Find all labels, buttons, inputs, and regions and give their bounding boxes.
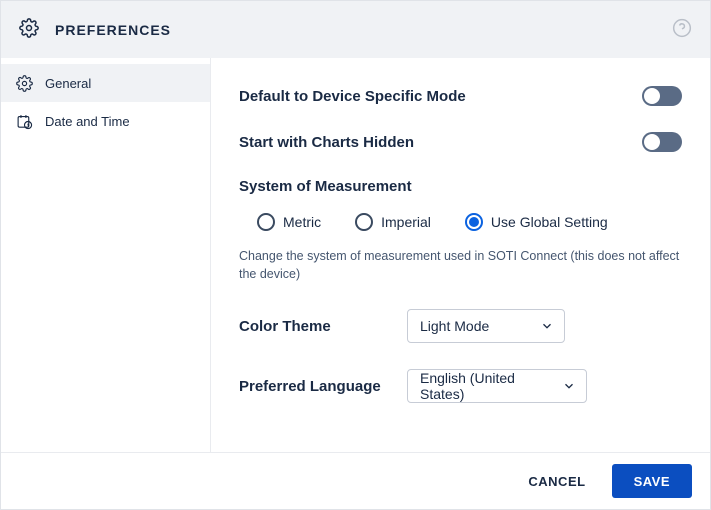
sidebar-item-label: General <box>45 76 91 91</box>
color-theme-label: Color Theme <box>239 318 407 335</box>
language-select[interactable]: English (United States) <box>407 369 587 403</box>
charts-hidden-toggle[interactable] <box>642 132 682 152</box>
radio-global[interactable]: Use Global Setting <box>465 213 608 231</box>
chevron-down-icon <box>562 379 576 393</box>
select-value: Light Mode <box>420 318 489 334</box>
dialog-header: PREFERENCES <box>1 1 710 58</box>
radio-label: Imperial <box>381 214 431 230</box>
gear-icon <box>15 74 33 92</box>
radio-circle-icon <box>465 213 483 231</box>
sidebar-item-label: Date and Time <box>45 114 130 129</box>
language-label: Preferred Language <box>239 378 407 395</box>
radio-imperial[interactable]: Imperial <box>355 213 431 231</box>
measurement-help-text: Change the system of measurement used in… <box>239 247 682 283</box>
sidebar-item-general[interactable]: General <box>1 64 210 102</box>
gear-icon <box>19 18 39 41</box>
charts-hidden-label: Start with Charts Hidden <box>239 134 642 151</box>
default-mode-toggle[interactable] <box>642 86 682 106</box>
save-button[interactable]: SAVE <box>612 464 692 498</box>
radio-label: Metric <box>283 214 321 230</box>
radio-circle-icon <box>355 213 373 231</box>
radio-metric[interactable]: Metric <box>257 213 321 231</box>
sidebar: General Date and Time <box>1 58 211 452</box>
row-default-mode: Default to Device Specific Mode <box>239 86 682 106</box>
row-language: Preferred Language English (United State… <box>239 369 682 403</box>
measurement-radio-group: Metric Imperial Use Global Setting <box>239 213 682 231</box>
dialog-footer: CANCEL SAVE <box>1 452 710 509</box>
dialog-body: General Date and Time Default to Device … <box>1 58 710 452</box>
row-charts-hidden: Start with Charts Hidden <box>239 132 682 152</box>
calendar-clock-icon <box>15 112 33 130</box>
measurement-section-label: System of Measurement <box>239 178 682 195</box>
radio-label: Use Global Setting <box>491 214 608 230</box>
preferences-dialog: PREFERENCES General Date and Time Defaul… <box>0 0 711 510</box>
dialog-title: PREFERENCES <box>55 22 171 38</box>
chevron-down-icon <box>540 319 554 333</box>
help-icon[interactable] <box>672 18 692 41</box>
radio-circle-icon <box>257 213 275 231</box>
select-value: English (United States) <box>420 370 562 402</box>
main-panel: Default to Device Specific Mode Start wi… <box>211 58 710 452</box>
default-mode-label: Default to Device Specific Mode <box>239 88 642 105</box>
row-color-theme: Color Theme Light Mode <box>239 309 682 343</box>
cancel-button[interactable]: CANCEL <box>520 466 593 497</box>
color-theme-select[interactable]: Light Mode <box>407 309 565 343</box>
sidebar-item-date-time[interactable]: Date and Time <box>1 102 210 140</box>
